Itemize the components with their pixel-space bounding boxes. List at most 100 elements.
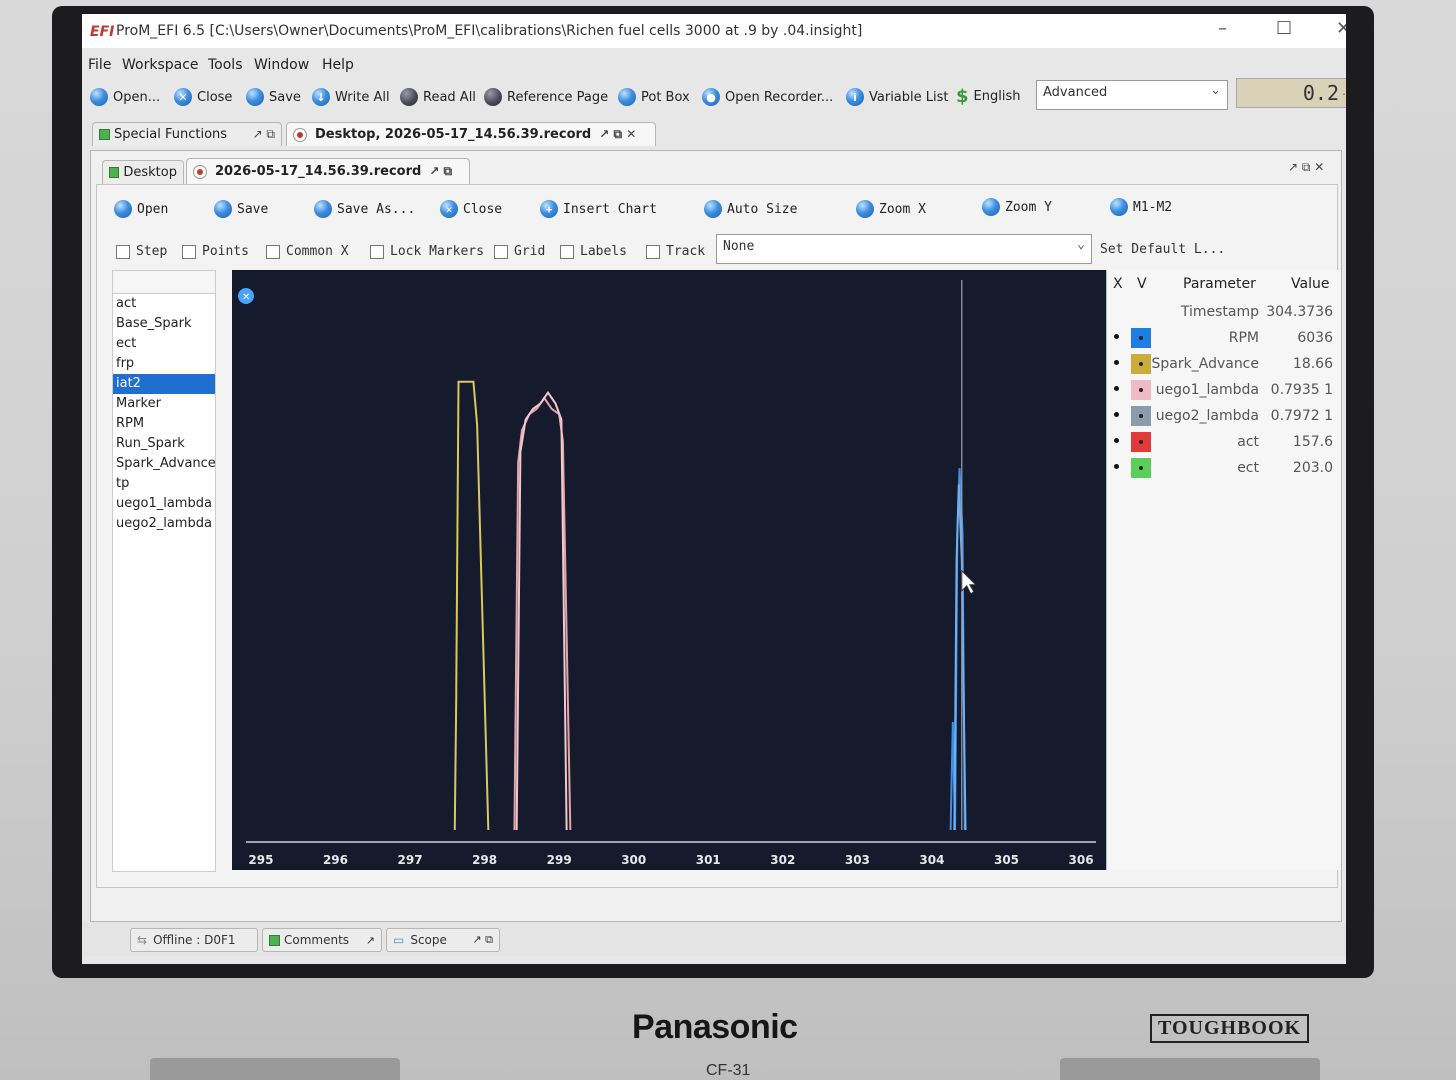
menu-help[interactable]: Help <box>322 57 354 73</box>
signal-item-marker[interactable]: Marker <box>113 394 215 414</box>
readout-more-button[interactable]: ... <box>1341 87 1346 98</box>
col-x-header[interactable]: X <box>1113 276 1123 292</box>
log-chart[interactable]: ✕ 295 296 297 298 299 300 301 302 303 304 305 306 <box>232 270 1106 870</box>
signal-item-ect[interactable]: ect <box>113 334 215 354</box>
grid-checkbox[interactable]: Grid <box>494 244 545 259</box>
signal-item-base-spark[interactable]: Base_Spark <box>113 314 215 334</box>
scope-label: Scope <box>410 933 447 947</box>
chart-svg[interactable]: ✕ 295 296 297 298 299 300 301 302 303 304 305 306 <box>232 270 1106 870</box>
track-select[interactable]: None ⌄ <box>716 234 1092 264</box>
signal-item-uego1-lambda[interactable]: uego1_lambda <box>113 494 215 514</box>
color-swatch[interactable] <box>1131 380 1151 400</box>
checkbox-icon <box>494 244 508 259</box>
menu-tools[interactable]: Tools <box>208 57 243 73</box>
bullet-icon <box>1114 464 1119 469</box>
auto-size-icon <box>704 200 722 218</box>
track-checkbox[interactable]: Track <box>646 244 705 259</box>
insert-chart-button[interactable]: + Insert Chart <box>540 200 657 218</box>
m1-m2-button[interactable]: M1-M2 <box>1110 198 1172 216</box>
signal-item-act[interactable]: act <box>113 294 215 314</box>
tab-record-label: 2026-05-17_14.56.39.record <box>215 164 422 179</box>
write-all-button[interactable]: ↓ Write All <box>312 88 390 106</box>
param-row-uego1-lambda[interactable]: uego1_lambda 0.7935 1 <box>1107 378 1341 402</box>
col-parameter-header[interactable]: Parameter <box>1183 276 1256 292</box>
open-button[interactable]: Open... <box>90 88 160 106</box>
markers-icon <box>1110 198 1128 216</box>
lock-markers-label: Lock Markers <box>390 244 484 259</box>
color-swatch[interactable] <box>1131 328 1151 348</box>
signal-item-run-spark[interactable]: Run_Spark <box>113 434 215 454</box>
comments-tab[interactable]: Comments ↗ <box>262 928 382 952</box>
color-swatch[interactable] <box>1131 432 1151 452</box>
undock-icon[interactable]: ↗ <box>366 934 375 947</box>
track-select-value: None <box>723 239 755 254</box>
maximize-button[interactable]: ☐ <box>1276 18 1292 39</box>
auto-size-button[interactable]: Auto Size <box>704 200 797 218</box>
menu-file[interactable]: File <box>88 57 111 73</box>
param-name: uego1_lambda <box>1155 382 1259 398</box>
param-row-act[interactable]: act 157.6 <box>1107 430 1341 454</box>
close-window-button[interactable]: ✕ <box>1336 18 1346 39</box>
recorder-save-as-button[interactable]: Save As... <box>314 200 415 218</box>
timestamp-value: 304.3736 <box>1266 304 1333 320</box>
zoom-x-icon <box>856 200 874 218</box>
menu-window[interactable]: Window <box>254 57 309 73</box>
set-default-button[interactable]: Set Default L... <box>1100 242 1225 257</box>
pot-box-button[interactable]: Pot Box <box>618 88 690 106</box>
param-row-ect[interactable]: ect 203.0 <box>1107 456 1341 480</box>
color-swatch[interactable] <box>1131 406 1151 426</box>
units-english-button[interactable]: $ English <box>956 86 1020 107</box>
tab-desktop-record[interactable]: Desktop, 2026-05-17_14.56.39.record ↗ ⧉ … <box>286 122 656 146</box>
read-all-button[interactable]: Read All <box>400 88 476 106</box>
variable-list-button[interactable]: i Variable List <box>846 88 949 106</box>
scope-tab[interactable]: ▭ Scope ↗ ⧉ <box>386 928 500 952</box>
recorder-save-button[interactable]: Save <box>214 200 268 218</box>
menu-workspace[interactable]: Workspace <box>122 57 199 73</box>
param-row-rpm[interactable]: RPM 6036 <box>1107 326 1341 350</box>
undock-icon[interactable]: ↗ ⧉ <box>472 933 493 947</box>
step-checkbox[interactable]: Step <box>116 244 167 259</box>
recorder-close-button[interactable]: ✕ Close <box>440 200 502 218</box>
toughbook-logo: TOUGHBOOK <box>1150 1014 1310 1043</box>
variable-list-icon: i <box>846 88 864 106</box>
col-value-header[interactable]: Value <box>1291 276 1329 292</box>
read-all-icon <box>400 88 418 106</box>
tab-controls-icon[interactable]: ↗ ⧉ <box>429 164 452 179</box>
minimize-button[interactable]: – <box>1218 18 1227 39</box>
recorder-open-label: Open <box>137 201 169 217</box>
signal-item-rpm[interactable]: RPM <box>113 414 215 434</box>
open-recorder-button[interactable]: ● Open Recorder... <box>702 88 833 106</box>
signal-item-uego2-lambda[interactable]: uego2_lambda <box>113 514 215 534</box>
color-swatch[interactable] <box>1131 458 1151 478</box>
connection-status[interactable]: ⇆ Offline : D0F1 <box>130 928 258 952</box>
tab-record[interactable]: 2026-05-17_14.56.39.record ↗ ⧉ <box>186 158 470 184</box>
model-label: CF-31 <box>706 1062 751 1079</box>
lock-markers-checkbox[interactable]: Lock Markers <box>370 244 484 259</box>
recorder-open-button[interactable]: Open <box>114 200 168 218</box>
tab-desktop[interactable]: Desktop <box>102 160 184 184</box>
reference-page-button[interactable]: Reference Page <box>484 88 608 106</box>
col-v-header[interactable]: V <box>1137 276 1147 292</box>
color-swatch[interactable] <box>1131 354 1151 374</box>
mode-select[interactable]: Advanced ⌄ <box>1036 80 1228 110</box>
param-row-uego2-lambda[interactable]: uego2_lambda 0.7972 1 <box>1107 404 1341 428</box>
signal-item-iat2[interactable]: iat2 <box>113 374 215 394</box>
undock-icon[interactable]: ↗ ⧉ <box>253 127 275 142</box>
close-button[interactable]: ✕ Close <box>174 88 232 106</box>
zoom-y-button[interactable]: Zoom Y <box>982 198 1052 216</box>
labels-checkbox[interactable]: Labels <box>560 244 627 259</box>
timestamp-label: Timestamp <box>1180 304 1259 320</box>
zoom-x-button[interactable]: Zoom X <box>856 200 926 218</box>
common-x-checkbox[interactable]: Common X <box>266 244 349 259</box>
signal-item-tp[interactable]: tp <box>113 474 215 494</box>
tab-special-functions[interactable]: Special Functions ↗ ⧉ <box>92 122 282 146</box>
save-button[interactable]: Save <box>246 88 301 106</box>
x-tick-label: 305 <box>994 853 1019 867</box>
points-checkbox[interactable]: Points <box>182 244 249 259</box>
signal-item-spark-advance[interactable]: Spark_Advance <box>113 454 215 474</box>
tab-controls-icon[interactable]: ↗ ⧉ ✕ <box>599 127 636 142</box>
param-row-spark-advance[interactable]: Spark_Advance 18.66 <box>1107 352 1341 376</box>
signal-item-frp[interactable]: frp <box>113 354 215 374</box>
panel-controls-icon[interactable]: ↗ ⧉ ✕ <box>1288 160 1324 175</box>
link-icon: ⇆ <box>137 933 148 947</box>
